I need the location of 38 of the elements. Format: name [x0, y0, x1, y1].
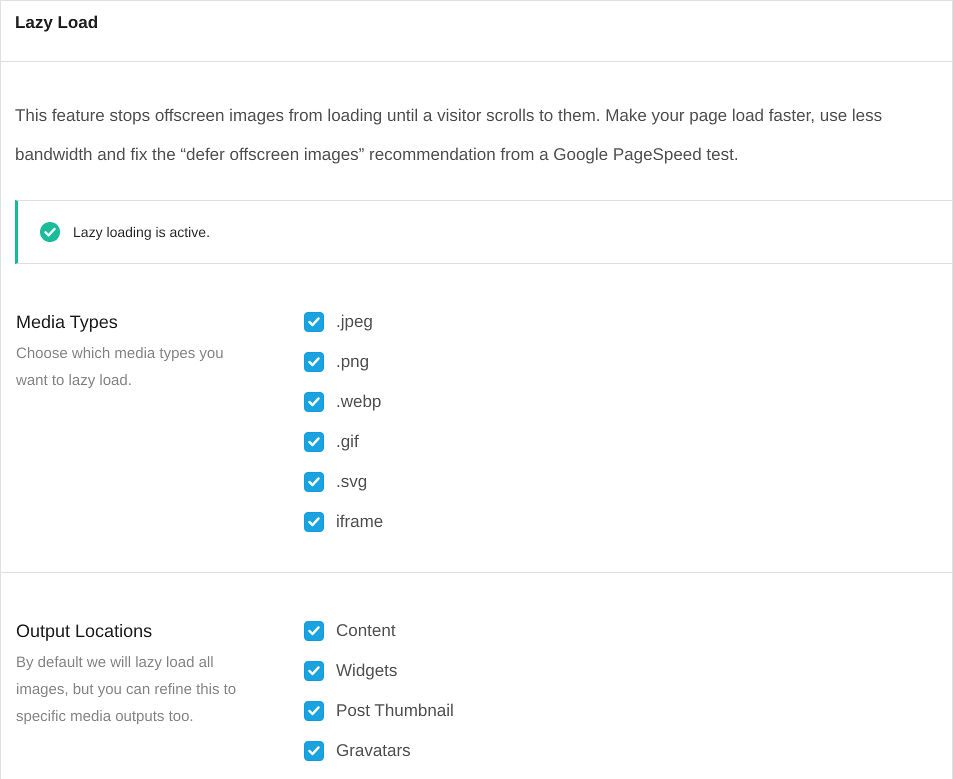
checkmark-icon [308, 746, 320, 756]
checkbox-option[interactable]: .png [304, 352, 370, 372]
checkbox[interactable] [304, 741, 324, 761]
checkbox[interactable] [304, 392, 324, 412]
checkmark-icon [308, 477, 320, 487]
panel-title: Lazy Load [15, 13, 98, 33]
checkbox-option[interactable]: Gravatars [304, 741, 411, 761]
checkmark-icon [308, 437, 320, 447]
section-title: Output Locations [16, 620, 154, 643]
checkbox[interactable] [304, 432, 324, 452]
checkbox[interactable] [304, 701, 324, 721]
checkbox-option[interactable]: .webp [304, 392, 382, 412]
checkbox[interactable] [304, 621, 324, 641]
checkbox-option[interactable]: Widgets [304, 661, 398, 681]
notice-text: Lazy loading is active. [73, 224, 210, 240]
checkbox-option[interactable]: .jpeg [304, 312, 373, 332]
checkbox-option[interactable]: .svg [304, 472, 368, 492]
checkbox-option[interactable]: Content [304, 621, 396, 641]
checkmark-icon [308, 357, 320, 367]
checkbox[interactable] [304, 472, 324, 492]
checkbox-option[interactable]: Post Thumbnail [304, 701, 454, 721]
checkmark-icon [308, 666, 320, 676]
checkbox[interactable] [304, 312, 324, 332]
feature-description: This feature stops offscreen images from loading until a visitor scrolls to them. Make your page load faster, use less bandwidth and fix the “defer offscreen images” recommendation from a Google PageSpeed test. [15, 105, 884, 166]
section-description: Choose which media types you want to lazy load. [16, 344, 225, 391]
check-circle-icon [40, 222, 60, 242]
checkbox[interactable] [304, 352, 324, 372]
checkmark-icon [308, 317, 320, 327]
checkmark-icon [308, 706, 320, 716]
checkbox-option[interactable]: iframe [304, 512, 384, 532]
checkmark-icon [308, 517, 320, 527]
checkmark-icon [308, 397, 320, 407]
checkbox[interactable] [304, 661, 324, 681]
checkbox[interactable] [304, 512, 324, 532]
checkbox-option[interactable]: .gif [304, 432, 359, 452]
checkmark-icon [308, 626, 320, 636]
section-title: Media Types [16, 311, 119, 334]
section-description: By default we will lazy load all images, but you can refine this to specific media outputs too. [16, 653, 238, 727]
